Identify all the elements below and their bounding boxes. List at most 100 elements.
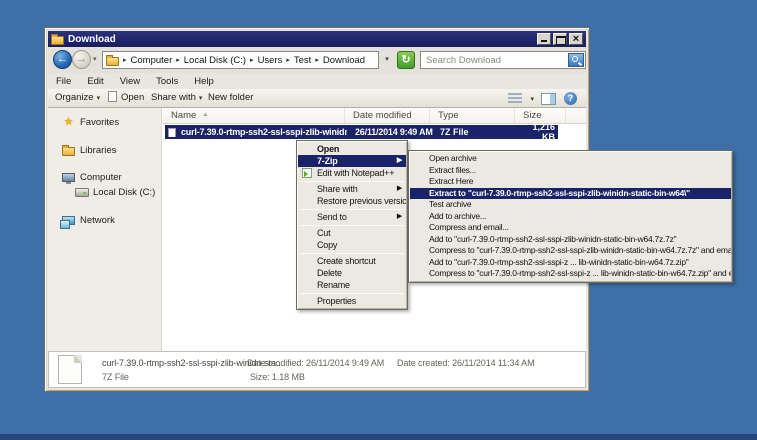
preview-pane-icon[interactable]: [541, 93, 556, 105]
breadcrumb-separator-icon: ▸: [286, 56, 290, 64]
column-type[interactable]: Type: [430, 108, 515, 123]
context-menu-item-7zip[interactable]: 7-Zip▶: [298, 155, 406, 167]
submenu-item-open-archive[interactable]: Open archive: [410, 153, 731, 165]
menu-separator: [300, 209, 404, 210]
submenu-item-extract-here[interactable]: Extract Here: [410, 176, 731, 188]
sort-ascending-icon: ▲: [202, 112, 208, 118]
submenu-arrow-icon: ▶: [397, 211, 402, 223]
context-menu-item-properties[interactable]: Properties: [298, 295, 406, 307]
navigation-pane: ★ Favorites Libraries Computer Local Dis…: [48, 108, 162, 351]
breadcrumb-separator-icon: ▸: [315, 56, 319, 64]
disk-icon: [75, 188, 89, 197]
back-button[interactable]: ←: [53, 50, 72, 69]
open-button[interactable]: Open: [108, 89, 144, 107]
breadcrumb-users[interactable]: Users: [258, 55, 283, 66]
history-chevron-icon[interactable]: ▾: [93, 55, 97, 63]
help-icon[interactable]: ?: [564, 92, 577, 105]
column-name[interactable]: Name▲: [163, 108, 345, 123]
menu-view[interactable]: View: [112, 76, 148, 87]
window-title: Download: [68, 34, 535, 45]
desktop: { "window": { "title": "Download" }, "ad…: [0, 0, 757, 440]
sidebar-item-libraries[interactable]: Libraries: [48, 143, 161, 158]
network-icon: [62, 216, 75, 225]
search-input[interactable]: Search Download: [420, 51, 586, 69]
change-view-icon[interactable]: [508, 93, 522, 104]
context-menu-item-share-with[interactable]: Share with▶: [298, 183, 406, 195]
details-size: 1.18 MB: [272, 372, 305, 382]
breadcrumb-separator-icon: ▸: [123, 56, 127, 64]
context-menu-item-copy[interactable]: Copy: [298, 239, 406, 251]
file-row-selected[interactable]: curl-7.39.0-rtmp-ssh2-ssl-sspi-zlib-wini…: [165, 125, 558, 139]
submenu-item-add-to-7z[interactable]: Add to "curl-7.39.0-rtmp-ssh2-ssl-sspi-z…: [410, 234, 731, 246]
menu-separator: [300, 253, 404, 254]
breadcrumb-local-disk[interactable]: Local Disk (C:): [184, 55, 246, 66]
details-pane: curl-7.39.0-rtmp-ssh2-ssl-sspi-zlib-wini…: [48, 351, 586, 388]
submenu-item-compress-and-email[interactable]: Compress and email...: [410, 222, 731, 234]
file-date-modified: 26/11/2014 9:49 AM: [347, 127, 432, 137]
search-icon[interactable]: [568, 53, 584, 67]
submenu-item-add-to-zip[interactable]: Add to "curl-7.39.0-rtmp-ssh2-ssl-sspi-z…: [410, 257, 731, 269]
organize-button[interactable]: Organize▾: [55, 89, 100, 107]
menu-separator: [300, 225, 404, 226]
details-file-type: 7Z File: [102, 372, 129, 382]
menu-separator: [300, 181, 404, 182]
submenu-item-test-archive[interactable]: Test archive: [410, 199, 731, 211]
breadcrumb-computer[interactable]: Computer: [131, 55, 173, 66]
refresh-button[interactable]: ↻: [397, 51, 415, 69]
breadcrumb-test[interactable]: Test: [294, 55, 311, 66]
details-date-modified-label: Date modified:: [247, 358, 304, 368]
title-bar[interactable]: Download: [48, 31, 586, 47]
context-menu-item-open[interactable]: Open: [298, 143, 406, 155]
context-menu-item-create-shortcut[interactable]: Create shortcut: [298, 255, 406, 267]
file-size: 1,216 KB: [517, 122, 558, 142]
address-dropdown-icon[interactable]: ▾: [380, 51, 394, 69]
context-menu-item-send-to[interactable]: Send to▶: [298, 211, 406, 223]
sidebar-item-network[interactable]: Network: [48, 213, 161, 228]
column-size[interactable]: Size: [515, 108, 566, 123]
breadcrumb-separator-icon: ▸: [250, 56, 254, 64]
submenu-item-compress-to-zip-and-email[interactable]: Compress to "curl-7.39.0-rtmp-ssh2-ssl-s…: [410, 268, 731, 280]
submenu-item-extract-files[interactable]: Extract files...: [410, 165, 731, 177]
file-icon: [168, 128, 176, 137]
forward-button[interactable]: →: [72, 50, 91, 69]
context-menu-item-restore-previous-versions[interactable]: Restore previous versions: [298, 195, 406, 207]
breadcrumb-separator-icon: ▸: [176, 56, 180, 64]
details-date-created: 26/11/2014 11:34 AM: [452, 358, 534, 368]
context-menu-item-rename[interactable]: Rename: [298, 279, 406, 291]
sidebar-item-local-disk-c[interactable]: Local Disk (C:): [48, 185, 161, 200]
maximize-button[interactable]: [553, 33, 567, 45]
menu-separator: [300, 293, 404, 294]
close-button[interactable]: [569, 33, 583, 45]
address-bar[interactable]: ▸ Computer ▸ Local Disk (C:) ▸ Users ▸ T…: [102, 51, 379, 69]
submenu-arrow-icon: ▶: [397, 183, 402, 195]
breadcrumb-download[interactable]: Download: [323, 55, 365, 66]
star-icon: ★: [64, 117, 74, 128]
chevron-down-icon: ▾: [199, 95, 203, 102]
column-date-modified[interactable]: Date modified: [345, 108, 430, 123]
menu-help[interactable]: Help: [186, 76, 222, 87]
chevron-down-icon: ▾: [97, 95, 101, 102]
minimize-button[interactable]: [537, 33, 551, 45]
sidebar-item-computer[interactable]: Computer: [48, 170, 161, 185]
submenu-item-compress-to-7z-and-email[interactable]: Compress to "curl-7.39.0-rtmp-ssh2-ssl-s…: [410, 245, 731, 257]
file-icon: [108, 91, 117, 102]
menu-tools[interactable]: Tools: [148, 76, 186, 87]
menu-file[interactable]: File: [48, 76, 79, 87]
context-menu-item-delete[interactable]: Delete: [298, 267, 406, 279]
new-folder-button[interactable]: New folder: [208, 89, 253, 107]
sidebar-item-favorites[interactable]: ★ Favorites: [48, 115, 161, 130]
menu-edit[interactable]: Edit: [79, 76, 111, 87]
share-with-button[interactable]: Share with▾: [151, 89, 202, 107]
file-type: 7Z File: [432, 127, 517, 137]
context-menu: Open 7-Zip▶ Edit with Notepad++ Share wi…: [296, 140, 408, 310]
library-icon: [62, 147, 75, 156]
submenu-item-extract-to[interactable]: Extract to "curl-7.39.0-rtmp-ssh2-ssl-ss…: [410, 188, 731, 200]
command-toolbar: Organize▾ Open Share with▾ New folder ▾ …: [48, 89, 586, 108]
details-date-modified: 26/11/2014 9:49 AM: [306, 358, 384, 368]
submenu-item-add-to-archive[interactable]: Add to archive...: [410, 211, 731, 223]
address-row: ← → ▾ ▸ Computer ▸ Local Disk (C:) ▸ Use…: [48, 47, 586, 73]
chevron-down-icon[interactable]: ▾: [530, 95, 534, 103]
context-menu-item-edit-with-notepadpp[interactable]: Edit with Notepad++: [298, 167, 406, 179]
details-size-label: Size:: [250, 372, 270, 382]
context-menu-item-cut[interactable]: Cut: [298, 227, 406, 239]
